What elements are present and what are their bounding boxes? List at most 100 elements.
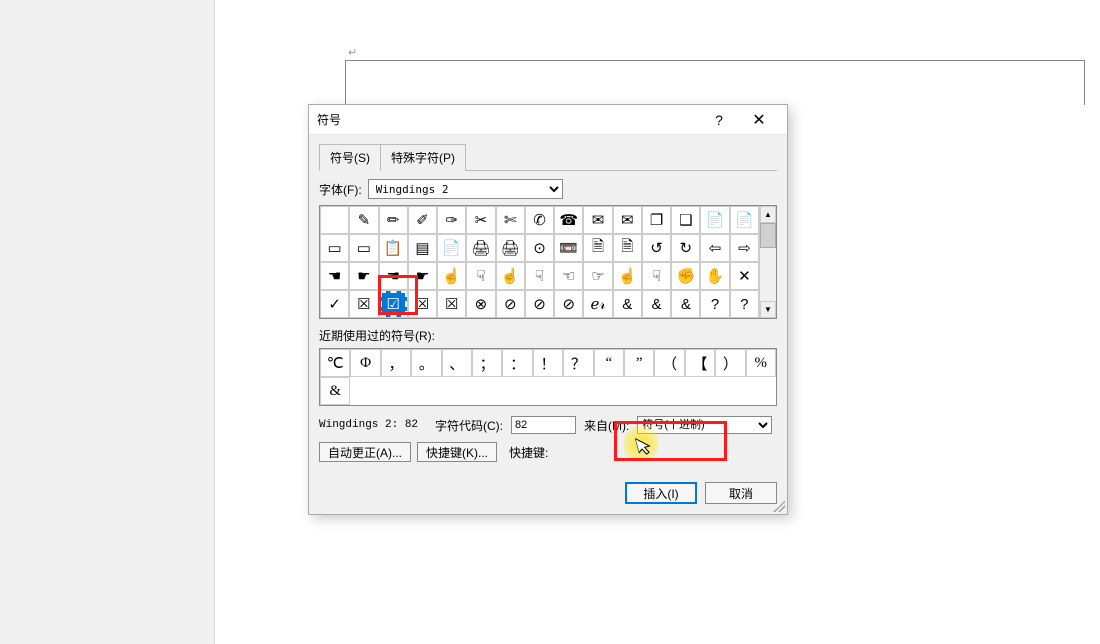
- recent-symbol-cell[interactable]: ）: [715, 349, 745, 377]
- tab-special-chars[interactable]: 特殊字符(P): [380, 144, 466, 171]
- symbol-cell[interactable]: ↻: [671, 234, 700, 262]
- symbol-cell[interactable]: ☒: [437, 290, 466, 318]
- recent-symbol-cell[interactable]: ”: [624, 349, 654, 377]
- symbol-cell[interactable]: ☚: [320, 262, 349, 290]
- symbol-cell[interactable]: ☜: [554, 262, 583, 290]
- insert-button[interactable]: 插入(I): [625, 482, 697, 504]
- symbol-cell[interactable]: 🖨: [466, 234, 495, 262]
- page-margin-area: [0, 0, 215, 644]
- symbol-cell[interactable]: ☟: [642, 262, 671, 290]
- symbol-cell[interactable]: ▭: [349, 234, 378, 262]
- symbol-cell[interactable]: ❐: [642, 206, 671, 234]
- recent-symbol-cell[interactable]: 【: [685, 349, 715, 377]
- symbol-cell[interactable]: ⊘: [496, 290, 525, 318]
- recent-label: 近期使用过的符号(R):: [319, 327, 777, 344]
- symbol-cell[interactable]: ⊘: [554, 290, 583, 318]
- scroll-thumb[interactable]: [760, 223, 776, 248]
- from-select[interactable]: 符号(十进制): [637, 416, 772, 434]
- symbol-cell[interactable]: ?: [730, 290, 759, 318]
- charcode-input[interactable]: [511, 416, 576, 434]
- symbol-cell[interactable]: 🖨: [496, 234, 525, 262]
- symbol-cell[interactable]: ✉: [583, 206, 612, 234]
- recent-symbol-cell[interactable]: ；: [472, 349, 502, 377]
- symbol-cell[interactable]: ✋: [700, 262, 729, 290]
- autocorrect-button[interactable]: 自动更正(A)...: [319, 442, 411, 462]
- symbol-cell[interactable]: ℯ𝓇: [583, 290, 612, 318]
- symbol-cell[interactable]: 📋: [379, 234, 408, 262]
- symbol-cell[interactable]: ⇨: [730, 234, 759, 262]
- symbol-cell[interactable]: ✄: [496, 206, 525, 234]
- symbol-cell[interactable]: ✕: [730, 262, 759, 290]
- shortcut-key-button[interactable]: 快捷键(K)...: [417, 442, 497, 462]
- symbol-cell[interactable]: ✊: [671, 262, 700, 290]
- symbol-cell[interactable]: ✑: [437, 206, 466, 234]
- recent-symbol-cell[interactable]: ℃: [320, 349, 350, 377]
- symbol-cell[interactable]: &: [671, 290, 700, 318]
- tab-symbols[interactable]: 符号(S): [319, 144, 381, 171]
- recent-symbol-cell[interactable]: 。: [411, 349, 441, 377]
- symbol-cell[interactable]: ❑: [671, 206, 700, 234]
- symbol-cell[interactable]: ✐: [408, 206, 437, 234]
- symbol-cell[interactable]: ☟: [466, 262, 495, 290]
- recent-symbol-cell[interactable]: &: [320, 377, 350, 405]
- symbol-cell[interactable]: ☒: [349, 290, 378, 318]
- document-frame: [345, 60, 1085, 105]
- help-icon[interactable]: ?: [699, 106, 739, 134]
- symbol-cell[interactable]: 📄: [730, 206, 759, 234]
- recent-symbols-grid: ℃Φ，。、；：！？“”（【）% &: [319, 348, 777, 406]
- symbol-cell[interactable]: 📄: [437, 234, 466, 262]
- symbol-cell[interactable]: ☝: [437, 262, 466, 290]
- symbol-cell[interactable]: &: [613, 290, 642, 318]
- symbol-cell[interactable]: ☛: [349, 262, 378, 290]
- cancel-button[interactable]: 取消: [705, 482, 777, 504]
- recent-symbol-cell[interactable]: ，: [381, 349, 411, 377]
- symbol-cell[interactable]: ☝: [613, 262, 642, 290]
- symbol-cell[interactable]: ⊗: [466, 290, 495, 318]
- recent-symbol-cell[interactable]: （: [654, 349, 684, 377]
- recent-symbol-cell[interactable]: Φ: [350, 349, 380, 377]
- grid-scrollbar[interactable]: ▲ ▼: [759, 206, 776, 318]
- dialog-title-text: 符号: [317, 111, 699, 128]
- symbol-cell[interactable]: ☛: [408, 262, 437, 290]
- symbol-cell[interactable]: ✎: [349, 206, 378, 234]
- symbol-cell[interactable]: ▤: [408, 234, 437, 262]
- scroll-up-icon[interactable]: ▲: [760, 206, 776, 223]
- close-icon[interactable]: ✕: [739, 106, 779, 134]
- symbol-cell[interactable]: ✂: [466, 206, 495, 234]
- scroll-down-icon[interactable]: ▼: [760, 301, 776, 318]
- symbol-cell[interactable]: ▭: [320, 234, 349, 262]
- from-label: 来自(M):: [584, 417, 629, 434]
- recent-symbol-cell[interactable]: ！: [533, 349, 563, 377]
- symbol-cell[interactable]: ⇦: [700, 234, 729, 262]
- recent-symbol-cell[interactable]: “: [594, 349, 624, 377]
- recent-symbol-cell[interactable]: ：: [502, 349, 532, 377]
- symbol-cell[interactable]: ⊙: [525, 234, 554, 262]
- symbol-cell[interactable]: 📼: [554, 234, 583, 262]
- symbol-cell[interactable]: &: [642, 290, 671, 318]
- symbol-cell[interactable]: [320, 206, 349, 234]
- font-select[interactable]: Wingdings 2: [368, 179, 563, 199]
- symbol-cell[interactable]: ☞: [583, 262, 612, 290]
- dialog-titlebar[interactable]: 符号 ? ✕: [309, 105, 787, 135]
- symbol-cell[interactable]: ☑: [379, 290, 408, 318]
- symbol-cell[interactable]: ✓: [320, 290, 349, 318]
- symbol-cell[interactable]: ☝: [496, 262, 525, 290]
- recent-symbol-cell[interactable]: 、: [442, 349, 472, 377]
- symbol-cell[interactable]: ☚: [379, 262, 408, 290]
- symbol-cell[interactable]: 🗎: [583, 234, 612, 262]
- symbol-cell[interactable]: ↺: [642, 234, 671, 262]
- recent-symbol-cell[interactable]: ？: [563, 349, 593, 377]
- symbol-cell[interactable]: ✏: [379, 206, 408, 234]
- symbol-cell[interactable]: 📄: [700, 206, 729, 234]
- resize-grip-icon[interactable]: [773, 500, 785, 512]
- symbol-cell[interactable]: ⊘: [525, 290, 554, 318]
- scroll-track[interactable]: [760, 223, 776, 301]
- symbol-cell[interactable]: 🗎: [613, 234, 642, 262]
- symbol-cell[interactable]: ✆: [525, 206, 554, 234]
- recent-symbol-cell[interactable]: %: [746, 349, 776, 377]
- symbol-cell[interactable]: ?: [700, 290, 729, 318]
- symbol-cell[interactable]: ✉: [613, 206, 642, 234]
- symbol-cell[interactable]: ☎: [554, 206, 583, 234]
- symbol-cell[interactable]: ☒: [408, 290, 437, 318]
- symbol-cell[interactable]: ☟: [525, 262, 554, 290]
